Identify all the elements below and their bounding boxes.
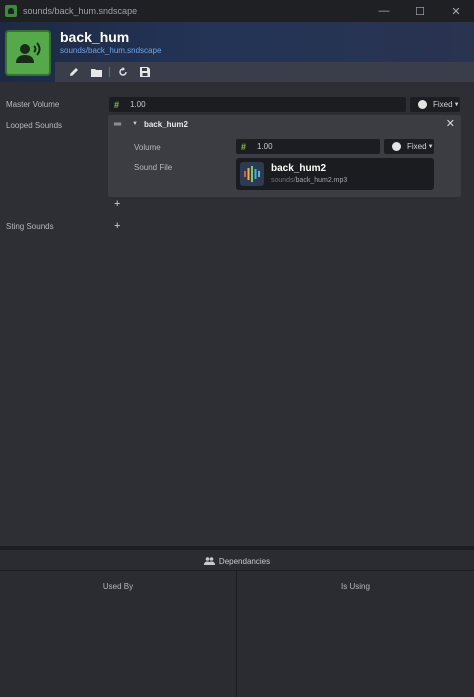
reload-button[interactable] [112, 64, 134, 80]
edit-button[interactable] [63, 64, 85, 80]
sound-file-path: sounds/back_hum2.mp3 [271, 177, 347, 184]
chevron-down-icon: ▼ [427, 143, 434, 150]
master-volume-value: 1.00 [130, 100, 146, 109]
asset-header: back_hum sounds/back_hum.sndscape [0, 22, 474, 82]
item-volume-mode-dropdown[interactable]: Fixed ▼ [384, 139, 434, 154]
asset-path-link[interactable]: sounds/back_hum.sndscape [60, 46, 161, 55]
maximize-button[interactable]: ☐ [402, 0, 438, 22]
used-by-column: Used By [0, 571, 236, 697]
asset-toolbar [55, 62, 474, 82]
sound-file-dir: sounds/ [271, 177, 296, 184]
close-window-button[interactable]: ✕ [438, 0, 474, 22]
remove-item-icon[interactable]: ✕ [446, 117, 455, 130]
master-volume-label: Master Volume [6, 100, 60, 109]
window-controls: — ☐ ✕ [366, 0, 474, 22]
asset-thumbnail [5, 30, 51, 76]
add-sting-sound-button[interactable]: + [114, 220, 120, 232]
number-hash-icon: # [241, 141, 247, 152]
sting-sounds-label: Sting Sounds [6, 222, 54, 231]
refresh-icon [119, 67, 127, 76]
expand-triangle-icon[interactable]: ▼ [132, 121, 138, 127]
folder-icon [90, 68, 102, 77]
chevron-down-icon: ▼ [453, 101, 460, 108]
title-bar: sounds/back_hum.sndscape — ☐ ✕ [0, 0, 474, 22]
master-volume-input[interactable]: # 1.00 [109, 97, 406, 112]
looped-sound-header[interactable]: ═ ▼ back_hum2 ✕ [108, 115, 461, 133]
pencil-icon [70, 68, 78, 76]
looped-sounds-label: Looped Sounds [6, 121, 63, 130]
item-volume-mode: Fixed [407, 142, 427, 151]
sound-file-basename: back_hum2.mp3 [295, 177, 348, 184]
asset-name: back_hum [60, 29, 130, 45]
looped-sound-name: back_hum2 [143, 119, 188, 129]
toolbar-separator [109, 67, 110, 77]
item-volume-input[interactable]: # 1.00 [236, 139, 380, 154]
save-button[interactable] [134, 64, 156, 80]
fixed-mode-dot-icon [392, 142, 401, 151]
dependencies-title: Dependancies [218, 556, 271, 566]
waveform-icon [244, 166, 260, 182]
window-title: sounds/back_hum.sndscape [23, 6, 138, 16]
dependencies-panel: Dependancies Used By Is Using [0, 550, 474, 697]
save-icon [140, 67, 150, 77]
master-volume-mode: Fixed [433, 100, 453, 109]
audio-file-thumbnail [240, 162, 264, 186]
add-looped-sound-button[interactable]: + [114, 198, 120, 210]
volume-label: Volume [134, 143, 161, 152]
item-volume-value: 1.00 [257, 142, 273, 151]
open-folder-button[interactable] [85, 64, 107, 80]
minimize-button[interactable]: — [366, 0, 402, 22]
voice-person-icon [16, 42, 41, 63]
sound-file-picker[interactable]: back_hum2 sounds/back_hum2.mp3 [236, 158, 434, 190]
master-volume-mode-dropdown[interactable]: Fixed ▼ [410, 97, 460, 112]
people-icon [203, 557, 215, 565]
soundscape-app-icon [5, 5, 17, 17]
drag-handle-icon[interactable]: ═ [114, 119, 128, 130]
is-using-column: Is Using [237, 571, 474, 697]
sound-file-label: Sound File [134, 163, 173, 172]
sound-file-name: back_hum2 [271, 163, 327, 174]
dependencies-header: Dependancies [0, 554, 474, 568]
fixed-mode-dot-icon [418, 100, 427, 109]
used-by-title: Used By [102, 582, 134, 591]
number-hash-icon: # [114, 99, 120, 110]
is-using-title: Is Using [341, 582, 370, 591]
